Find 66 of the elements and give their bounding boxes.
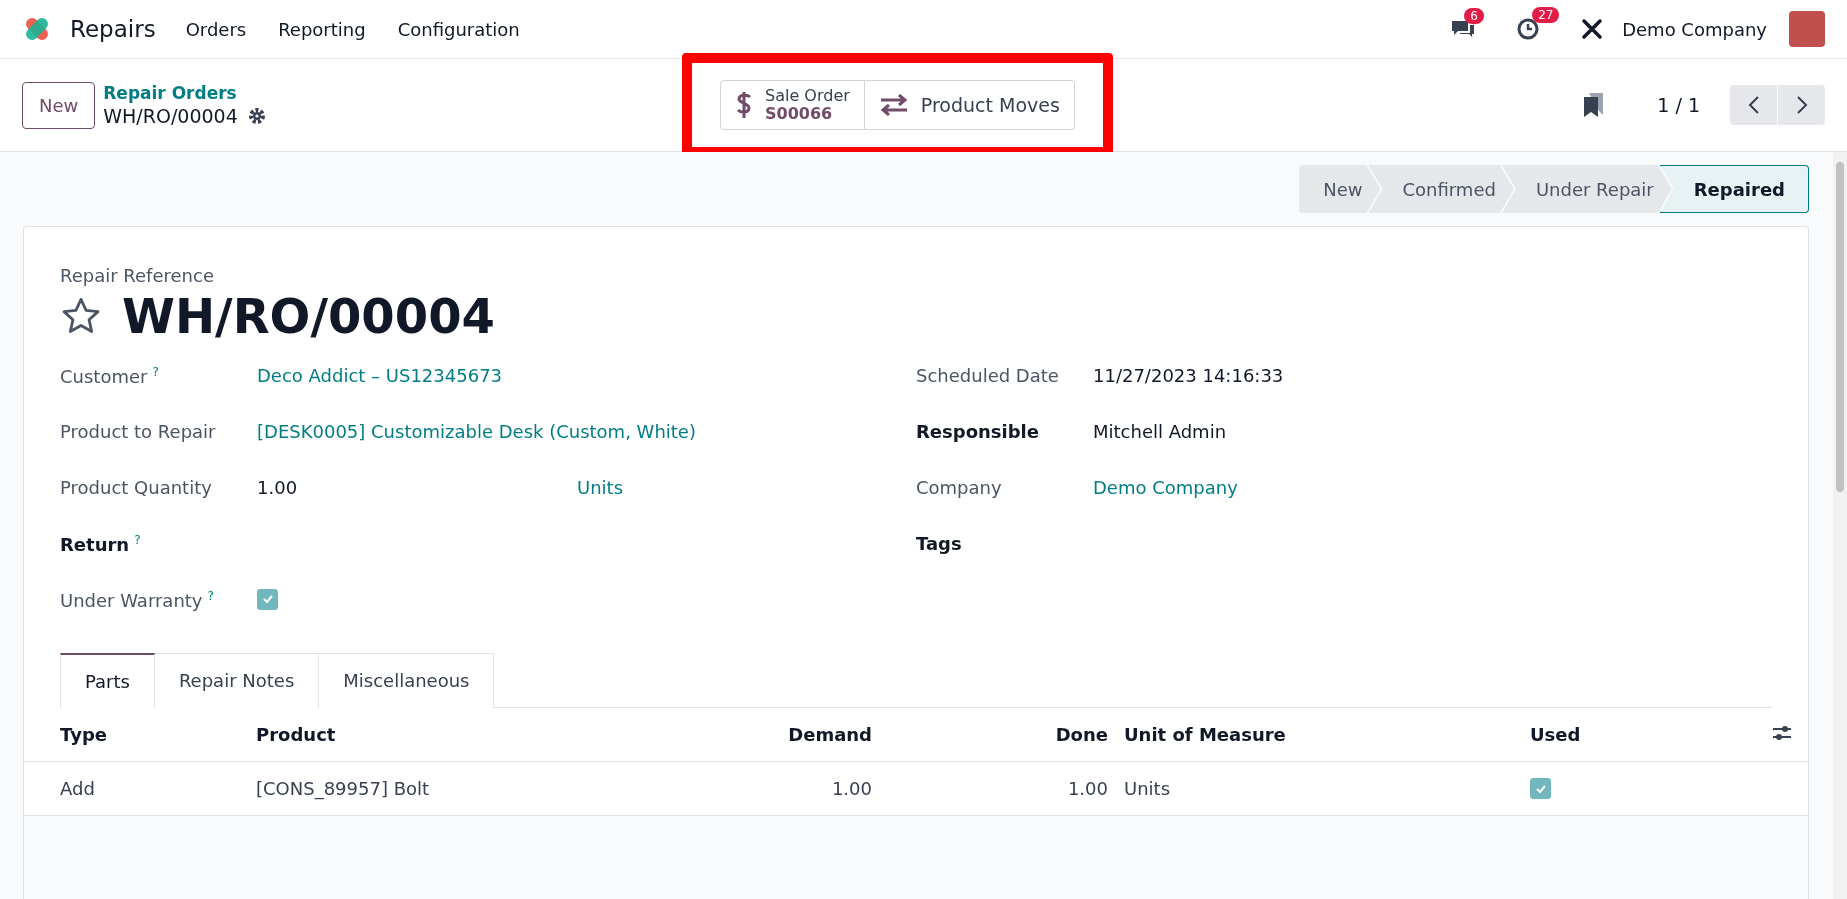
field-label: Product to Repair xyxy=(60,420,216,442)
pager-value: 1 / 1 xyxy=(1657,94,1700,116)
column-header[interactable]: Unit of Measure xyxy=(1116,707,1522,762)
checkbox[interactable] xyxy=(257,588,278,610)
column-header[interactable]: Type xyxy=(24,707,248,762)
check-icon xyxy=(261,593,274,606)
field-label: Tags xyxy=(916,532,962,554)
activity-count-badge: 27 xyxy=(1532,7,1560,23)
app-name[interactable]: Repairs xyxy=(70,16,156,42)
record-title: WH/RO/00004 xyxy=(122,290,495,343)
company-name[interactable]: Demo Company xyxy=(1622,18,1767,40)
table-cell: [CONS_89957] Bolt xyxy=(248,761,664,816)
field-value: 1.00 xyxy=(257,476,299,498)
help-tooltip[interactable]: ? xyxy=(152,364,159,379)
breadcrumb-link[interactable]: Repair Orders xyxy=(103,83,266,103)
menu-item[interactable]: Orders xyxy=(185,18,247,40)
chevron-left-icon xyxy=(1747,95,1760,115)
menu-item[interactable]: Configuration xyxy=(397,18,520,40)
next-button[interactable] xyxy=(1778,85,1825,125)
field-label: Responsible xyxy=(916,420,1039,442)
field-label: Return xyxy=(60,533,130,555)
help-tooltip[interactable]: ? xyxy=(207,588,214,603)
field-label: Customer xyxy=(60,365,148,387)
field-label: Repair Reference xyxy=(60,265,215,286)
table-cell: 1.00 xyxy=(664,761,880,816)
tab[interactable]: Parts xyxy=(60,652,155,708)
chevron-right-icon xyxy=(1795,95,1808,115)
status-step[interactable]: New xyxy=(1299,165,1381,213)
clock-icon[interactable] xyxy=(1516,17,1541,41)
field-value-link[interactable]: [DESK0005] Customizable Desk (Custom, White) xyxy=(257,420,696,442)
field-label: Company xyxy=(916,476,1002,498)
product-moves-button[interactable]: Product Moves xyxy=(864,80,1075,130)
field-value-link[interactable]: Deco Addict – US12345673 xyxy=(257,364,503,386)
column-header[interactable]: Demand xyxy=(664,707,880,762)
column-settings-icon[interactable] xyxy=(1772,724,1792,741)
record-name: WH/RO/00004 xyxy=(103,105,238,127)
menu-item[interactable]: Reporting xyxy=(278,18,366,40)
field-label: Under Warranty xyxy=(60,589,203,611)
field-value-link[interactable]: Demo Company xyxy=(1093,476,1238,498)
checkbox[interactable] xyxy=(1530,778,1551,800)
field-value: 11/27/2023 14:16:33 xyxy=(1093,364,1284,386)
scrollbar[interactable] xyxy=(1833,152,1847,899)
column-header[interactable]: Done xyxy=(880,707,1116,762)
table-cell: Units xyxy=(1116,761,1522,816)
message-count-badge: 6 xyxy=(1464,8,1484,24)
column-header[interactable]: Used xyxy=(1522,707,1744,762)
sale-order-button[interactable]: Sale Order S00066 xyxy=(720,80,865,130)
bookmark-icon[interactable] xyxy=(1583,92,1606,118)
new-button[interactable]: New xyxy=(22,81,96,129)
previous-button[interactable] xyxy=(1730,85,1777,125)
table-cell: 1.00 xyxy=(880,761,1116,816)
tab[interactable]: Repair Notes xyxy=(154,652,320,708)
status-step[interactable]: Repaired xyxy=(1659,165,1809,213)
status-step[interactable]: Under Repair xyxy=(1501,165,1672,213)
dollar-icon xyxy=(735,89,753,121)
table-cell: Add xyxy=(24,761,248,816)
field-label: Product Quantity xyxy=(60,476,212,498)
field-label: Scheduled Date xyxy=(916,364,1059,386)
field-value-link[interactable]: Units xyxy=(577,476,624,498)
status-step[interactable]: Confirmed xyxy=(1368,165,1514,213)
help-tooltip[interactable]: ? xyxy=(134,532,141,547)
tab[interactable]: Miscellaneous xyxy=(319,652,495,708)
column-header[interactable]: Product xyxy=(248,707,664,762)
field-value: Mitchell Admin xyxy=(1093,420,1227,442)
transfer-arrows-icon xyxy=(878,94,909,116)
gear-icon[interactable] xyxy=(247,107,266,125)
